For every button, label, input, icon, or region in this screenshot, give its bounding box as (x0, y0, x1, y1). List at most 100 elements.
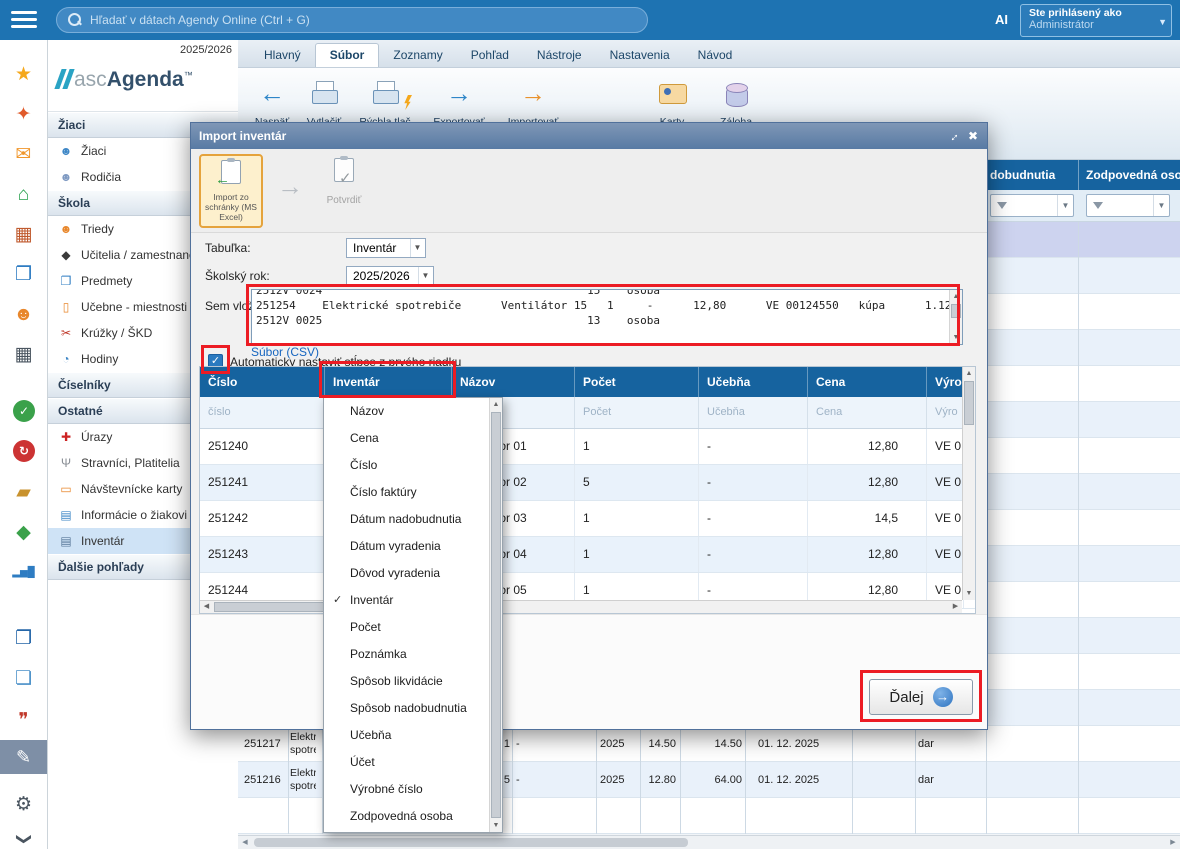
scroll-right-icon[interactable]: ▶ (949, 601, 962, 613)
scroll-up-icon[interactable]: ▲ (963, 367, 975, 380)
bg-filter-responsible-person[interactable]: ▼ (1086, 194, 1170, 217)
grid-horizontal-scrollbar[interactable]: ◀ ▶ (200, 600, 962, 613)
dropdown-item-14[interactable]: Výrobné číslo (324, 776, 489, 803)
dropdown-item-11[interactable]: Spôsob nadobudnutia (324, 695, 489, 722)
account-menu[interactable]: Ste prihlásený ako Administrátor ▼ (1020, 4, 1172, 37)
grid-row-0[interactable]: 251240Ventilátor 011-12,80VE 0 (200, 429, 975, 465)
year-select-value: 2025/2026 (353, 269, 410, 283)
library-icon[interactable]: ❐ (0, 626, 47, 652)
tab-súbor[interactable]: Súbor (315, 43, 380, 67)
tab-hlavný[interactable]: Hlavný (250, 44, 315, 67)
check-circle-icon[interactable]: ✓ (13, 400, 35, 422)
paste-scroll-thumb[interactable] (951, 304, 961, 318)
grid-column-header-5[interactable]: Cena (808, 367, 927, 397)
dropdown-item-7[interactable]: ✓Inventár (324, 587, 489, 614)
grid-filter-5[interactable]: Cena (808, 397, 927, 428)
grid-row-1[interactable]: 251241Ventilátor 025-12,80VE 0 (200, 465, 975, 501)
student-icon[interactable]: ☻ (0, 302, 47, 328)
grid-row-2[interactable]: 251242Ventilátor 031-14,5VE 0 (200, 501, 975, 537)
grid-row-3[interactable]: 251243Ventilátor 041-12,80VE 0 (200, 537, 975, 573)
confirm-button[interactable]: ✓ Potvrdiť (313, 154, 375, 228)
chart-icon[interactable]: ▂▅█ (0, 560, 47, 586)
import-from-clipboard-button[interactable]: ← Import zo schránky (MS Excel) (199, 154, 263, 228)
dropdown-item-12[interactable]: Učebňa (324, 722, 489, 749)
close-icon[interactable]: ✖ (963, 123, 983, 149)
scroll-right-icon[interactable]: ▶ (1166, 836, 1180, 849)
search-input[interactable] (90, 13, 647, 27)
paste-scrollbar[interactable]: ▲ ▼ (949, 290, 962, 344)
star-icon[interactable]: ★ (0, 62, 47, 88)
dialog-titlebar[interactable]: Import inventár ↔ ✖ (191, 123, 987, 149)
chevron-down-icon: ▼ (1158, 17, 1167, 27)
chevron-down-icon[interactable]: ❯ (11, 816, 37, 849)
dropdown-item-8[interactable]: Počet (324, 614, 489, 641)
quick-print-icon (352, 78, 418, 112)
pen-icon[interactable]: ✎ (0, 740, 47, 774)
home-icon[interactable]: ⌂ (0, 182, 47, 208)
grid-vertical-scrollbar[interactable]: ▲ ▼ (962, 367, 975, 600)
dropdown-item-15[interactable]: Zodpovedná osoba (324, 803, 489, 830)
tab-návod[interactable]: Návod (684, 44, 747, 67)
chat-icon[interactable]: ❞ (0, 708, 47, 734)
grid-column-header-2[interactable]: Názov (452, 367, 575, 397)
dropdown-item-6[interactable]: Dôvod vyradenia (324, 560, 489, 587)
gear-icon[interactable]: ⚙ (0, 792, 47, 818)
tab-nastavenia[interactable]: Nastavenia (596, 44, 684, 67)
table-select[interactable]: Inventár▼ (346, 238, 426, 258)
bg-hscroll-thumb[interactable] (254, 838, 688, 847)
scroll-left-icon[interactable]: ◀ (200, 601, 213, 613)
grid-vscroll-thumb[interactable] (964, 381, 974, 425)
next-button[interactable]: Ďalej → (869, 679, 973, 715)
status-circle-icon[interactable]: ↻ (13, 440, 35, 462)
scroll-up-icon[interactable]: ▲ (950, 290, 962, 303)
dropdown-item-4[interactable]: Dátum nadobudnutia (324, 506, 489, 533)
dropdown-item-2[interactable]: Číslo (324, 452, 489, 479)
tab-nástroje[interactable]: Nástroje (523, 44, 596, 67)
dropdown-item-3[interactable]: Číslo faktúry (324, 479, 489, 506)
grid-filter-4[interactable]: Učebňa (699, 397, 808, 428)
dropdown-item-9[interactable]: Poznámka (324, 641, 489, 668)
ai-button[interactable]: AI (995, 12, 1008, 27)
dropdown-item-13[interactable]: Účet (324, 749, 489, 776)
tab-zoznamy[interactable]: Zoznamy (379, 44, 456, 67)
bg-horizontal-scrollbar[interactable]: ◀ ▶ (238, 835, 1180, 849)
bg-column-header-responsible-person[interactable]: Zodpovedná osoba (1086, 160, 1180, 190)
scroll-down-icon[interactable]: ▼ (950, 331, 962, 344)
briefcase-icon[interactable]: ▰ (0, 480, 47, 506)
dropdown-item-0[interactable]: Názov (324, 398, 489, 425)
mail-icon[interactable]: ✉ (0, 142, 47, 168)
global-search[interactable] (56, 7, 648, 33)
bg-filter-date-acquired[interactable]: ▼ (990, 194, 1074, 217)
grid-filter-3[interactable]: Počet (575, 397, 699, 428)
dropdown-item-1[interactable]: Cena (324, 425, 489, 452)
scroll-down-icon[interactable]: ▼ (963, 587, 975, 600)
scroll-left-icon[interactable]: ◀ (238, 836, 252, 849)
classes-icon: ☻ (58, 222, 74, 236)
scroll-down-icon[interactable]: ▼ (490, 819, 502, 832)
pages-icon[interactable]: ❏ (0, 666, 47, 692)
restore-icon[interactable]: ↔ (943, 123, 963, 149)
grid-column-header-1[interactable]: Inventár (325, 367, 452, 397)
book-icon[interactable]: ❐ (0, 262, 47, 288)
dropdown-scrollbar[interactable]: ▲ ▼ (489, 398, 502, 832)
grid-filter-0[interactable]: číslo (200, 397, 325, 428)
grid-column-header-6[interactable]: Výrobn (927, 367, 964, 397)
tab-pohľad[interactable]: Pohľad (457, 44, 523, 67)
dropdown-item-label: Inventár (350, 593, 393, 607)
timetable-icon[interactable]: ▦ (0, 222, 47, 248)
paste-area[interactable]: 2512V 0024 15 osoba 251254 Elektrické sp… (251, 289, 963, 345)
dropdown-item-10[interactable]: Spôsob likvidácie (324, 668, 489, 695)
dropdown-scroll-thumb[interactable] (491, 412, 501, 818)
bg-column-header-date-acquired[interactable]: dobudnutia (990, 160, 1055, 190)
year-select[interactable]: 2025/2026▼ (346, 266, 434, 286)
calendar-icon[interactable]: ▦ (0, 342, 47, 368)
grid-column-header-4[interactable]: Učebňa (699, 367, 808, 397)
hamburger-menu-icon[interactable] (11, 11, 37, 29)
grid-filter-6[interactable]: Výro (927, 397, 964, 428)
grid-column-header-3[interactable]: Počet (575, 367, 699, 397)
dropdown-item-5[interactable]: Dátum vyradenia (324, 533, 489, 560)
shield-icon[interactable]: ◆ (0, 520, 47, 546)
wand-icon[interactable]: ✦ (0, 102, 47, 128)
scroll-up-icon[interactable]: ▲ (490, 398, 502, 411)
grid-column-header-0[interactable]: Číslo (200, 367, 325, 397)
